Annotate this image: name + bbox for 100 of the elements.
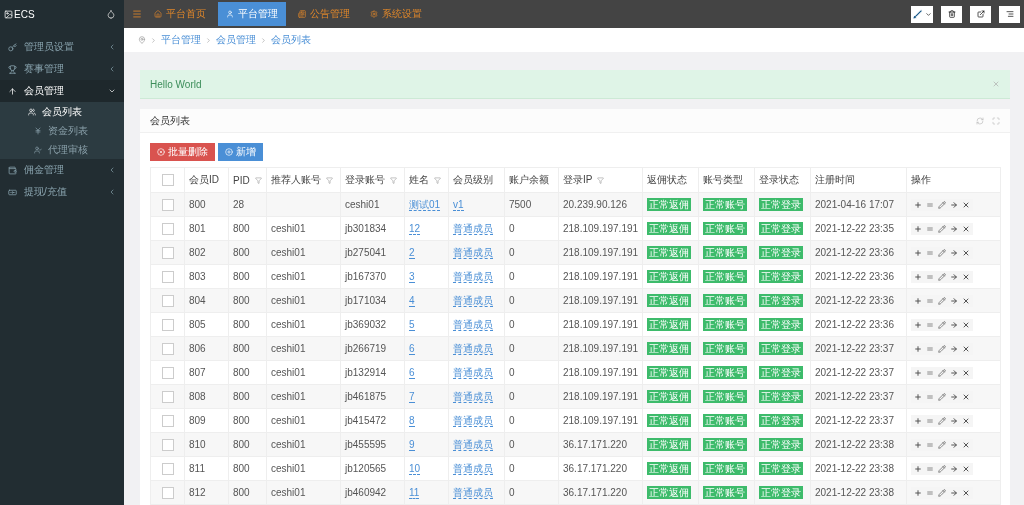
list-icon[interactable] [926, 200, 934, 209]
add-icon[interactable] [914, 272, 922, 281]
add-icon[interactable] [914, 296, 922, 305]
name-link[interactable]: 6 [409, 343, 415, 355]
list-icon[interactable] [926, 464, 934, 473]
edit-icon[interactable] [938, 200, 946, 209]
name-link[interactable]: 7 [409, 391, 415, 403]
refresh-icon[interactable] [976, 116, 984, 125]
edit-icon[interactable] [938, 416, 946, 425]
list-icon[interactable] [926, 440, 934, 449]
arrow-right-icon[interactable] [950, 464, 958, 473]
name-link[interactable]: 6 [409, 367, 415, 379]
edit-icon[interactable] [938, 464, 946, 473]
arrow-right-icon[interactable] [950, 272, 958, 281]
nav-tab[interactable]: 公告管理 [290, 2, 358, 26]
filter-icon[interactable] [434, 176, 441, 184]
sidebar-subitem[interactable]: 代理审核 [0, 140, 124, 159]
checkbox[interactable] [161, 438, 174, 451]
nav-tab[interactable]: 平台首页 [146, 2, 214, 26]
list-icon[interactable] [926, 296, 934, 305]
name-link[interactable]: 9 [409, 439, 415, 451]
add-icon[interactable] [914, 440, 922, 449]
checkbox[interactable] [161, 270, 174, 283]
delete-icon[interactable] [962, 464, 970, 473]
delete-icon[interactable] [962, 272, 970, 281]
sidebar-item[interactable]: 提现/充值 [0, 181, 124, 203]
panel-button[interactable] [999, 5, 1020, 23]
theme-button[interactable] [911, 5, 933, 23]
arrow-right-icon[interactable] [950, 368, 958, 377]
add-icon[interactable] [914, 488, 922, 497]
delete-icon[interactable] [962, 296, 970, 305]
breadcrumb-link[interactable]: 会员管理 [216, 33, 256, 47]
sidebar-subitem[interactable]: 会员列表 [0, 102, 124, 121]
add-icon[interactable] [914, 224, 922, 233]
name-link[interactable]: 10 [409, 463, 421, 475]
add-icon[interactable] [914, 464, 922, 473]
add-icon[interactable] [914, 200, 922, 209]
open-button[interactable] [970, 5, 991, 23]
nav-tab[interactable]: 系统设置 [362, 2, 430, 26]
list-icon[interactable] [926, 344, 934, 353]
list-icon[interactable] [926, 224, 934, 233]
add-icon[interactable] [914, 344, 922, 353]
delete-icon[interactable] [962, 440, 970, 449]
delete-icon[interactable] [962, 248, 970, 257]
edit-icon[interactable] [938, 248, 946, 257]
list-icon[interactable] [926, 320, 934, 329]
arrow-right-icon[interactable] [950, 344, 958, 353]
name-link[interactable]: 3 [409, 271, 415, 283]
add-icon[interactable] [914, 368, 922, 377]
checkbox[interactable] [161, 222, 174, 235]
checkbox[interactable] [161, 486, 174, 499]
list-icon[interactable] [926, 272, 934, 281]
arrow-right-icon[interactable] [950, 224, 958, 233]
edit-icon[interactable] [938, 224, 946, 233]
arrow-right-icon[interactable] [950, 392, 958, 401]
filter-icon[interactable] [326, 176, 333, 184]
checkbox[interactable] [161, 390, 174, 403]
sidebar-item[interactable]: 赛事管理 [0, 58, 124, 80]
list-icon[interactable] [926, 488, 934, 497]
sidebar-item[interactable]: 会员管理 [0, 80, 124, 102]
checkbox[interactable] [161, 342, 174, 355]
add-icon[interactable] [914, 320, 922, 329]
arrow-right-icon[interactable] [950, 416, 958, 425]
breadcrumb-link[interactable]: 会员列表 [271, 33, 311, 47]
delete-icon[interactable] [962, 392, 970, 401]
add-icon[interactable] [914, 416, 922, 425]
arrow-right-icon[interactable] [950, 320, 958, 329]
fullscreen-icon[interactable] [992, 116, 1000, 125]
name-link[interactable]: 4 [409, 295, 415, 307]
name-link[interactable]: 12 [409, 223, 421, 235]
edit-icon[interactable] [938, 272, 946, 281]
edit-icon[interactable] [938, 488, 946, 497]
delete-icon[interactable] [962, 368, 970, 377]
sidebar-item[interactable]: 管理员设置 [0, 36, 124, 58]
delete-icon[interactable] [962, 320, 970, 329]
checkbox[interactable] [161, 198, 174, 211]
arrow-right-icon[interactable] [950, 296, 958, 305]
edit-icon[interactable] [938, 368, 946, 377]
arrow-right-icon[interactable] [950, 488, 958, 497]
edit-icon[interactable] [938, 296, 946, 305]
name-link[interactable]: 2 [409, 247, 415, 259]
checkbox[interactable] [161, 366, 174, 379]
delete-icon[interactable] [962, 416, 970, 425]
name-link[interactable]: 11 [409, 487, 420, 499]
checkbox[interactable] [161, 246, 174, 259]
batch-delete-button[interactable]: 批量删除 [150, 143, 215, 161]
filter-icon[interactable] [597, 176, 605, 184]
delete-icon[interactable] [962, 488, 970, 497]
nav-tab[interactable]: 平台管理 [218, 2, 286, 26]
menu-icon[interactable] [132, 9, 142, 19]
edit-icon[interactable] [938, 344, 946, 353]
level-link[interactable]: v1 [453, 199, 464, 211]
name-link[interactable]: 8 [409, 415, 415, 427]
edit-icon[interactable] [938, 320, 946, 329]
edit-icon[interactable] [938, 440, 946, 449]
add-icon[interactable] [914, 392, 922, 401]
close-icon[interactable] [992, 80, 1000, 88]
checkbox[interactable] [161, 318, 174, 331]
checkbox[interactable] [161, 414, 174, 427]
arrow-right-icon[interactable] [950, 248, 958, 257]
